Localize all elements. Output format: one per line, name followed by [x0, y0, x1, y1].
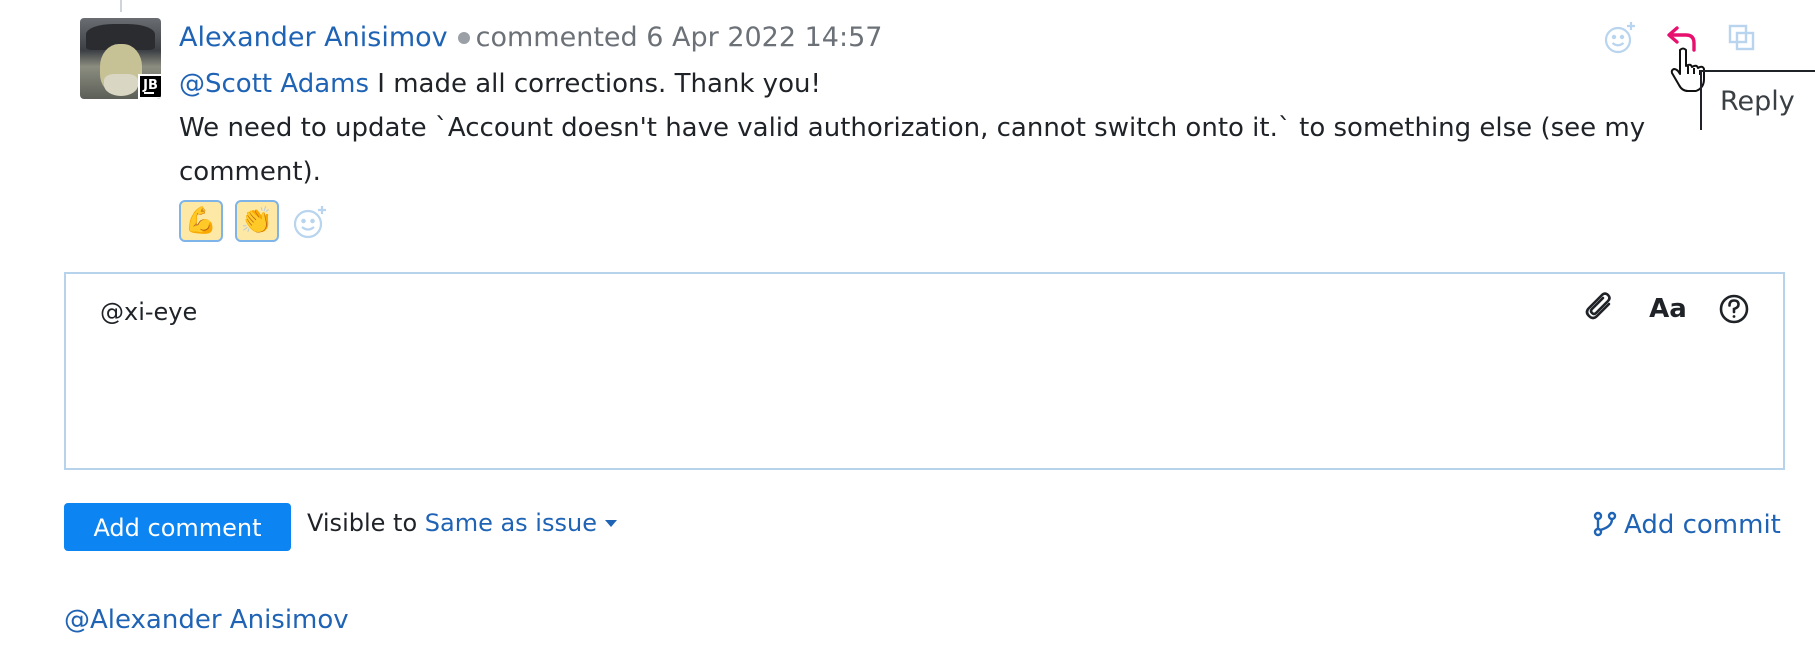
- editor-toolbar: Aa: [1583, 290, 1753, 330]
- branch-icon: [1593, 511, 1617, 537]
- avatar[interactable]: JB: [80, 18, 161, 99]
- thread-connector: [120, 0, 122, 12]
- add-commit-label: Add commit: [1624, 510, 1781, 540]
- attachment-icon[interactable]: [1583, 290, 1621, 328]
- add-reaction-icon[interactable]: [291, 203, 329, 241]
- issue-comment-view: JB Alexander Anisimov commented 6 Apr 202…: [0, 0, 1815, 662]
- reply-tooltip: Reply: [1700, 70, 1815, 130]
- avatar-beard: [104, 74, 138, 96]
- comment-editor[interactable]: @xi-eye Aa: [64, 272, 1785, 470]
- comment-header: Alexander Anisimov commented 6 Apr 2022 1…: [179, 20, 882, 56]
- add-commit-link[interactable]: Add commit: [1592, 510, 1781, 540]
- comment-author-link[interactable]: Alexander Anisimov: [179, 22, 448, 53]
- reaction-clapping-hands[interactable]: 👏: [235, 200, 279, 242]
- copy-link-icon[interactable]: [1726, 22, 1762, 58]
- comment-action: commented: [475, 22, 638, 53]
- comment-editor-text[interactable]: @xi-eye: [100, 298, 197, 326]
- help-icon[interactable]: [1715, 290, 1753, 328]
- add-comment-button[interactable]: Add comment: [64, 503, 291, 551]
- add-reaction-icon[interactable]: [1602, 20, 1638, 56]
- comment-timestamp[interactable]: 6 Apr 2022 14:57: [646, 22, 882, 53]
- text-format-icon[interactable]: Aa: [1649, 290, 1687, 328]
- comment-body: @Scott Adams I made all corrections. Tha…: [179, 62, 1749, 194]
- visibility-dropdown[interactable]: Same as issue: [425, 509, 597, 537]
- jetbrains-badge-bar: [144, 92, 154, 94]
- comment-line-1: @Scott Adams I made all corrections. Tha…: [179, 62, 1749, 106]
- jetbrains-badge-label: JB: [143, 78, 158, 93]
- reactions-bar: 💪 👏: [179, 200, 329, 244]
- visibility-selector: Visible to Same as issue: [307, 509, 617, 537]
- next-comment-mention[interactable]: @Alexander Anisimov: [64, 605, 349, 635]
- chevron-down-icon[interactable]: [604, 520, 617, 527]
- comment-text-1: I made all corrections. Thank you!: [369, 69, 821, 99]
- reaction-flexed-biceps[interactable]: 💪: [179, 200, 223, 242]
- mention-link[interactable]: @Scott Adams: [179, 69, 369, 99]
- online-status-dot: [457, 32, 470, 44]
- comment-text-2: We need to update `Account doesn't have …: [179, 113, 1646, 187]
- visible-to-label: Visible to: [307, 509, 425, 537]
- jetbrains-badge: JB: [138, 74, 161, 99]
- comment-item: JB Alexander Anisimov commented 6 Apr 202…: [80, 18, 1780, 258]
